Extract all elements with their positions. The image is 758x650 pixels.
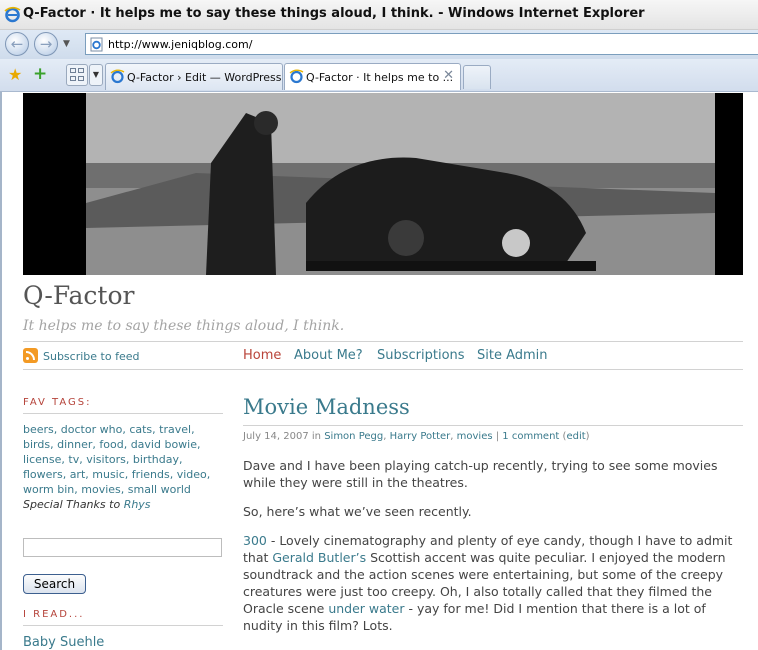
tag-link[interactable]: movies <box>81 483 121 496</box>
tag-link[interactable]: doctor who <box>61 423 123 436</box>
tag-link[interactable]: visitors <box>86 453 126 466</box>
blogroll-link[interactable]: Baby Suehle <box>23 635 104 650</box>
post-paragraph: 300 - Lovely cinematography and plenty o… <box>243 533 733 633</box>
nav-site-admin[interactable]: Site Admin <box>477 348 548 363</box>
post-paragraph: Dave and I have been playing catch-up re… <box>243 458 718 490</box>
tab-label: Q-Factor › Edit — WordPress <box>127 71 282 84</box>
tag-link[interactable]: small world <box>128 483 191 496</box>
internet-explorer-icon <box>4 6 21 23</box>
window-title: Q-Factor · It helps me to say these thin… <box>23 6 645 21</box>
quick-tabs-button[interactable] <box>66 64 88 86</box>
edit-link[interactable]: edit <box>566 431 585 442</box>
search-input[interactable] <box>23 538 222 557</box>
post-date: July 14, 2007 in <box>243 431 321 442</box>
add-favorite-icon[interactable]: + <box>33 64 47 84</box>
category-link[interactable]: Simon Pegg <box>324 431 383 442</box>
tab-q-factor[interactable]: Q-Factor · It helps me to ... ✕ <box>284 63 461 90</box>
rss-feed-icon[interactable] <box>23 348 38 363</box>
tag-link[interactable]: license <box>23 453 61 466</box>
address-url: http://www.jeniqblog.com/ <box>108 38 253 51</box>
tag-link[interactable]: music <box>92 468 125 481</box>
address-bar[interactable]: http://www.jeniqblog.com/ <box>85 33 758 55</box>
tag-link[interactable]: david bowie <box>131 438 197 451</box>
back-arrow-icon: ← <box>10 35 24 53</box>
new-tab-button[interactable] <box>463 65 491 89</box>
nav-about-me[interactable]: About Me? <box>294 348 363 363</box>
tag-link[interactable]: birthday <box>133 453 179 466</box>
fav-tags-heading: FAV TAGS: <box>23 397 92 408</box>
header-banner <box>23 93 743 275</box>
divider <box>23 413 223 414</box>
tag-link[interactable]: art <box>70 468 86 481</box>
divider <box>243 425 743 426</box>
tag-link[interactable]: flowers <box>23 468 63 481</box>
comments-link[interactable]: 1 comment <box>502 431 559 442</box>
tag-link[interactable]: friends <box>132 468 170 481</box>
search-button[interactable]: Search <box>23 574 86 594</box>
movie-link-300[interactable]: 300 <box>243 533 267 548</box>
post-meta: July 14, 2007 in Simon Pegg, Harry Potte… <box>243 431 590 442</box>
back-button[interactable]: ← <box>5 32 29 56</box>
tag-link[interactable]: food <box>99 438 123 451</box>
subscribe-feed-link[interactable]: Subscribe to feed <box>43 350 139 363</box>
site-title[interactable]: Q-Factor <box>23 281 134 310</box>
divider <box>23 625 223 626</box>
page-favicon-icon <box>90 37 103 52</box>
window-titlebar: Q-Factor · It helps me to say these thin… <box>0 0 758 30</box>
site-description: It helps me to say these things aloud, I… <box>23 318 345 334</box>
tag-link[interactable]: birds <box>23 438 50 451</box>
tag-link[interactable]: travel <box>159 423 191 436</box>
post-title[interactable]: Movie Madness <box>243 395 410 419</box>
address-toolbar: ← → ▼ http://www.jeniqblog.com/ <box>0 30 758 59</box>
ie-page-icon <box>110 69 125 84</box>
tag-link[interactable]: worm bin <box>23 483 74 496</box>
tab-bar: ★ + ▼ Q-Factor › Edit — WordPress Q-Fact… <box>0 59 758 92</box>
tab-wordpress-edit[interactable]: Q-Factor › Edit — WordPress <box>105 63 283 90</box>
nav-home[interactable]: Home <box>243 348 281 363</box>
category-link[interactable]: movies <box>457 431 493 442</box>
tab-list-dropdown[interactable]: ▼ <box>89 64 103 86</box>
actor-link[interactable]: Gerald Butler’s <box>272 550 366 565</box>
category-link[interactable]: Harry Potter <box>390 431 451 442</box>
thanks-text: Special Thanks to Rhys <box>23 498 151 511</box>
favorites-star-icon[interactable]: ★ <box>8 65 22 84</box>
tab-label: Q-Factor · It helps me to ... <box>306 71 454 84</box>
tag-link[interactable]: tv <box>68 453 79 466</box>
history-dropdown-icon[interactable]: ▼ <box>63 39 70 49</box>
tag-link[interactable]: dinner <box>57 438 92 451</box>
tag-link[interactable]: video <box>177 468 207 481</box>
tag-cloud: beers, doctor who, cats, travel, birds, … <box>23 423 211 511</box>
header-photo <box>86 93 715 275</box>
under-water-link[interactable]: under water <box>328 601 404 616</box>
nav-subscriptions[interactable]: Subscriptions <box>377 348 465 363</box>
tag-link[interactable]: cats <box>129 423 152 436</box>
divider <box>23 341 743 342</box>
tag-link[interactable]: beers <box>23 423 54 436</box>
divider <box>23 369 743 370</box>
post-paragraph: So, here’s what we’ve seen recently. <box>243 504 472 519</box>
ie-page-icon <box>289 69 304 84</box>
i-read-heading: I READ... <box>23 609 85 620</box>
viewport-border <box>0 92 2 650</box>
close-icon[interactable]: ✕ <box>443 68 454 83</box>
post-body: Dave and I have been playing catch-up re… <box>243 457 743 646</box>
thanks-link[interactable]: Rhys <box>124 498 151 511</box>
forward-arrow-icon: → <box>39 35 53 53</box>
forward-button[interactable]: → <box>34 32 58 56</box>
